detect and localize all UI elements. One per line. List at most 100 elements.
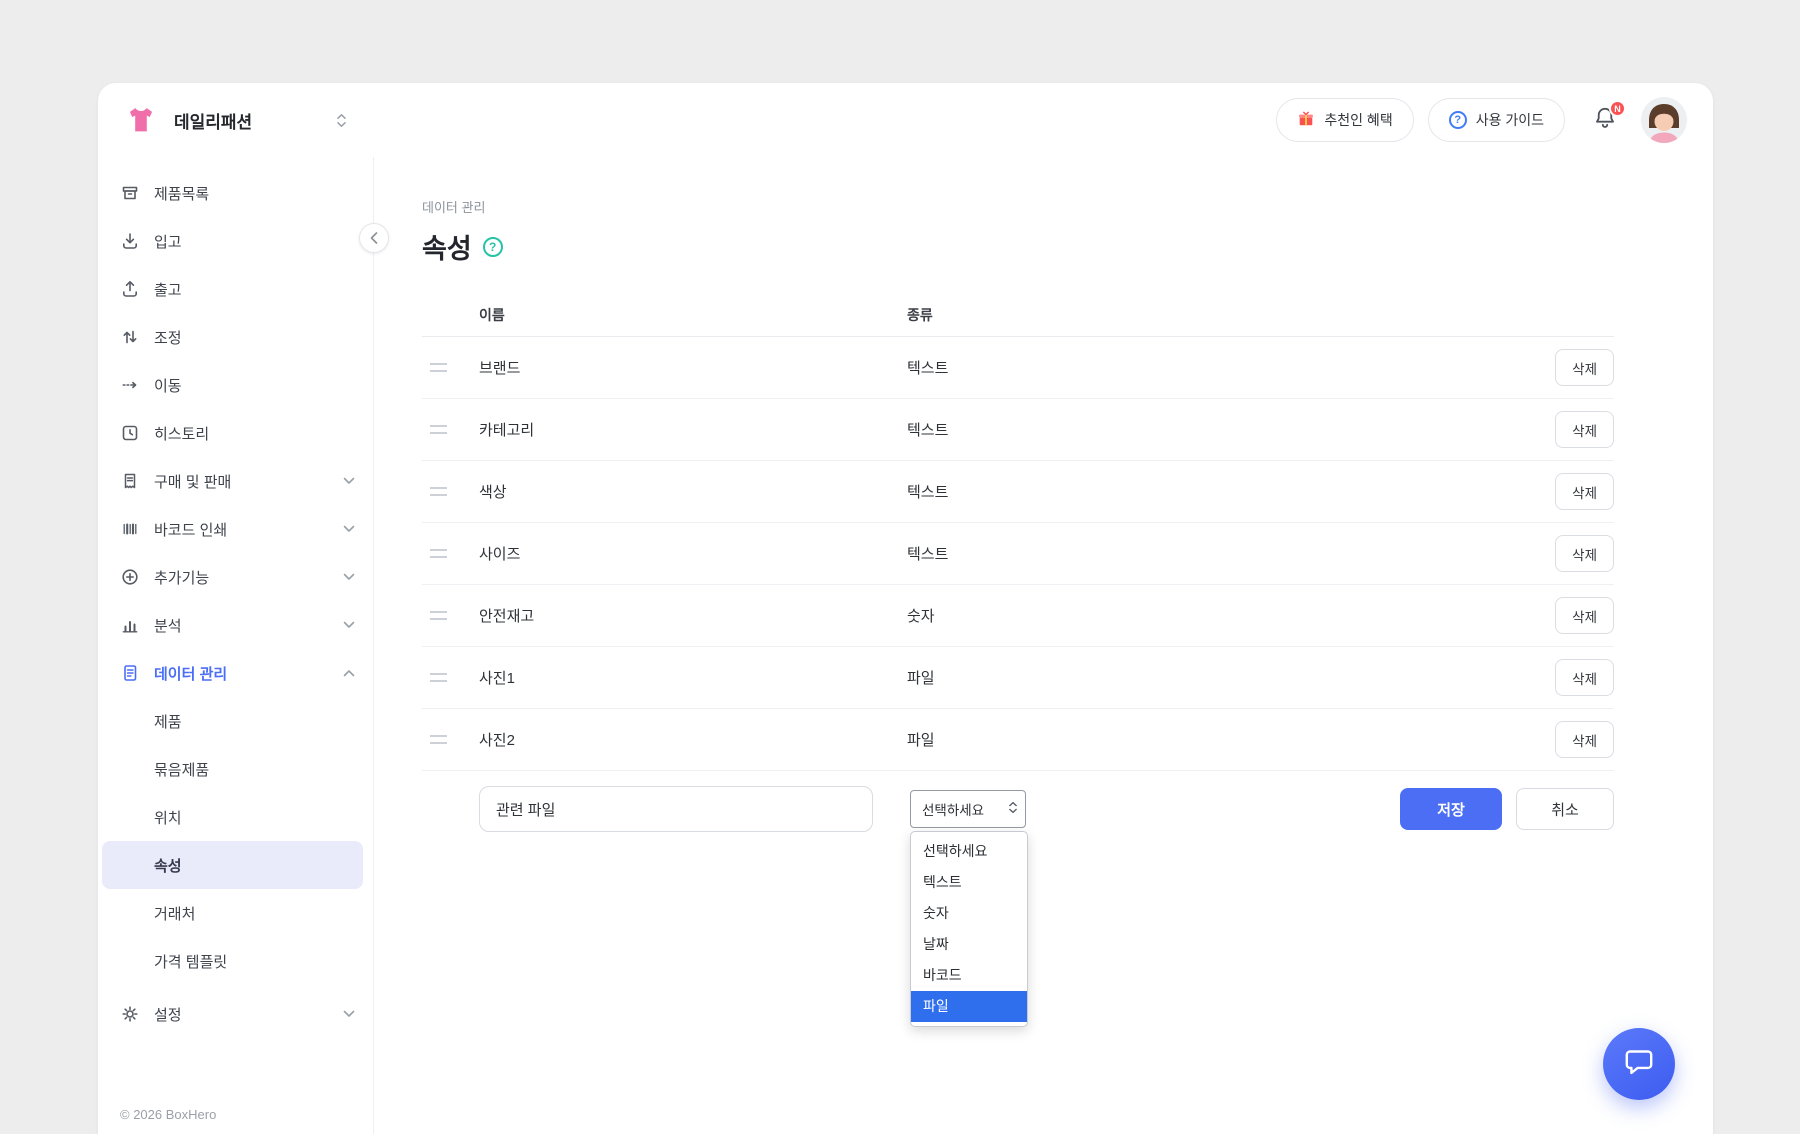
notification-bell-button[interactable]: N: [1591, 106, 1619, 134]
dropdown-option[interactable]: 바코드: [911, 960, 1027, 991]
attribute-type: 텍스트: [907, 481, 1555, 502]
app-window: 데일리패션 추천인 혜택 ? 사용 가이드 N: [98, 83, 1713, 1134]
drag-handle-icon[interactable]: [430, 425, 447, 434]
subitem-label: 속성: [154, 855, 182, 876]
dropdown-option[interactable]: 날짜: [911, 929, 1027, 960]
sidebar-item-history[interactable]: 히스토리: [98, 409, 373, 457]
attribute-name: 사진2: [479, 729, 907, 750]
table-row: 사이즈 텍스트 삭제: [422, 523, 1614, 585]
attribute-name: 카테고리: [479, 419, 907, 440]
sidebar-item-analytics[interactable]: 분석: [98, 601, 373, 649]
plus-circle-icon: [120, 567, 140, 587]
barcode-icon: [120, 519, 140, 539]
sidebar-item-products[interactable]: 제품목록: [98, 169, 373, 217]
sidebar-item-stock-out[interactable]: 출고: [98, 265, 373, 313]
subitem-label: 거래처: [154, 903, 195, 924]
chevron-down-icon: [343, 525, 355, 533]
dropdown-option[interactable]: 텍스트: [911, 867, 1027, 898]
sidebar-subitem-partners[interactable]: 거래처: [98, 889, 373, 937]
history-icon: [120, 423, 140, 443]
help-icon[interactable]: ?: [483, 237, 503, 257]
bar-chart-icon: [120, 615, 140, 635]
adjust-arrows-icon: [120, 327, 140, 347]
column-header-name: 이름: [479, 305, 907, 325]
chevron-down-icon: [343, 573, 355, 581]
page-title: 속성: [422, 227, 472, 266]
user-guide-button[interactable]: ? 사용 가이드: [1428, 98, 1565, 142]
delete-button[interactable]: 삭제: [1555, 473, 1614, 510]
drag-handle-icon[interactable]: [430, 549, 447, 558]
sidebar-subitem-product[interactable]: 제품: [98, 697, 373, 745]
sidebar-subitem-attributes[interactable]: 속성: [102, 841, 363, 889]
sidebar-subitem-price-template[interactable]: 가격 템플릿: [98, 937, 373, 985]
breadcrumb: 데이터 관리: [422, 197, 1614, 216]
cancel-button[interactable]: 취소: [1516, 788, 1614, 830]
referral-benefit-button[interactable]: 추천인 혜택: [1276, 98, 1413, 142]
delete-button[interactable]: 삭제: [1555, 349, 1614, 386]
attribute-type: 파일: [907, 729, 1555, 750]
question-icon: ?: [1449, 111, 1467, 129]
referral-benefit-label: 추천인 혜택: [1324, 110, 1392, 130]
drag-handle-icon[interactable]: [430, 735, 447, 744]
delete-button[interactable]: 삭제: [1555, 721, 1614, 758]
table-row: 사진2 파일 삭제: [422, 709, 1614, 771]
sidebar-collapse-button[interactable]: [359, 223, 389, 253]
topbar-actions: 추천인 혜택 ? 사용 가이드 N: [1276, 97, 1687, 143]
workspace-logo-shirt-icon: [122, 101, 160, 139]
dropdown-option[interactable]: 선택하세요: [911, 836, 1027, 867]
column-header-type: 종류: [907, 305, 1614, 325]
delete-button[interactable]: 삭제: [1555, 659, 1614, 696]
gear-icon: [120, 1004, 140, 1024]
attribute-name: 색상: [479, 481, 907, 502]
sidebar-item-adjust[interactable]: 조정: [98, 313, 373, 361]
data-doc-icon: [120, 663, 140, 683]
sidebar-item-label: 구매 및 판매: [154, 471, 231, 492]
sidebar-item-purchase-sales[interactable]: 구매 및 판매: [98, 457, 373, 505]
dropdown-option-selected[interactable]: 파일: [911, 991, 1027, 1022]
sidebar-item-barcode-print[interactable]: 바코드 인쇄: [98, 505, 373, 553]
sidebar-subitem-location[interactable]: 위치: [98, 793, 373, 841]
sidebar-item-stock-in[interactable]: 입고: [98, 217, 373, 265]
save-button[interactable]: 저장: [1400, 788, 1502, 830]
drag-handle-icon[interactable]: [430, 673, 447, 682]
dropdown-option[interactable]: 숫자: [911, 898, 1027, 929]
table-header: 이름 종류: [422, 293, 1614, 337]
sidebar-item-label: 추가기능: [154, 567, 209, 588]
table-row: 브랜드 텍스트 삭제: [422, 337, 1614, 399]
attribute-type-select[interactable]: 선택하세요: [910, 790, 1026, 828]
sidebar-item-label: 분석: [154, 615, 182, 636]
user-avatar[interactable]: [1641, 97, 1687, 143]
workspace-caret-icon: [336, 113, 347, 128]
sidebar-item-settings[interactable]: 설정: [98, 990, 373, 1038]
table-row: 카테고리 텍스트 삭제: [422, 399, 1614, 461]
workspace-switcher[interactable]: 데일리패션: [122, 101, 347, 139]
sidebar-item-move[interactable]: 이동: [98, 361, 373, 409]
sidebar-item-data-management[interactable]: 데이터 관리: [98, 649, 373, 697]
delete-button[interactable]: 삭제: [1555, 597, 1614, 634]
sidebar: 제품목록 입고 출고 조정 이동: [98, 157, 374, 1134]
notification-badge: N: [1609, 100, 1626, 117]
delete-button[interactable]: 삭제: [1555, 411, 1614, 448]
main-content: 데이터 관리 속성 ? 이름 종류 브랜드 텍스트 삭제: [374, 157, 1713, 1134]
select-arrows-icon: [1008, 801, 1018, 817]
chevron-up-icon: [343, 669, 355, 677]
sidebar-subitem-bundle[interactable]: 묶음제품: [98, 745, 373, 793]
move-arrow-icon: [120, 375, 140, 395]
chevron-down-icon: [343, 621, 355, 629]
user-guide-label: 사용 가이드: [1476, 110, 1544, 130]
chat-launcher-button[interactable]: [1603, 1028, 1675, 1100]
table-row: 색상 텍스트 삭제: [422, 461, 1614, 523]
sidebar-item-label: 제품목록: [154, 183, 209, 204]
purchase-sales-icon: [120, 471, 140, 491]
sidebar-item-extra-features[interactable]: 추가기능: [98, 553, 373, 601]
new-attribute-name-input[interactable]: [479, 786, 873, 832]
delete-button[interactable]: 삭제: [1555, 535, 1614, 572]
new-attribute-row: 선택하세요 저장 취소 선택하세요 텍스트 숫자 날짜 바코드 파일: [422, 786, 1614, 832]
drag-handle-icon[interactable]: [430, 611, 447, 620]
attribute-type: 숫자: [907, 605, 1555, 626]
attribute-type: 텍스트: [907, 357, 1555, 378]
drag-handle-icon[interactable]: [430, 363, 447, 372]
subitem-label: 위치: [154, 807, 182, 828]
drag-handle-icon[interactable]: [430, 487, 447, 496]
attribute-type: 텍스트: [907, 543, 1555, 564]
